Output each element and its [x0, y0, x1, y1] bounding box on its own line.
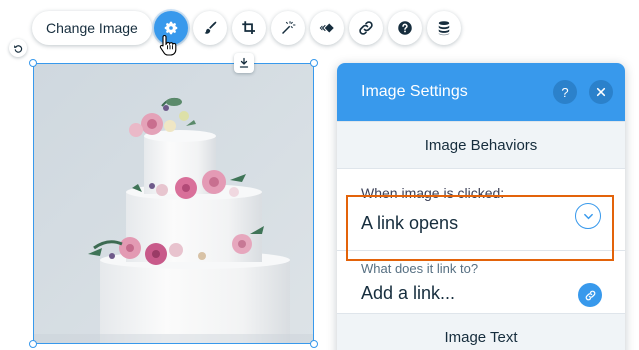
- gear-icon: [164, 21, 178, 35]
- download-icon: [239, 57, 249, 68]
- section-title-image-text: Image Text: [337, 313, 625, 350]
- animation-icon: [319, 23, 334, 33]
- download-button[interactable]: [234, 53, 254, 73]
- image-settings-panel: Image Settings ? Image Behaviors When im…: [337, 63, 625, 350]
- filters-button[interactable]: [193, 11, 227, 45]
- image-toolbar: Change Image: [32, 11, 152, 45]
- dropdown-toggle[interactable]: [575, 203, 601, 229]
- resize-handle-bottom-right[interactable]: [310, 340, 318, 348]
- brush-icon: [204, 21, 217, 34]
- section-title-behaviors: Image Behaviors: [337, 121, 625, 169]
- help-button[interactable]: [388, 11, 422, 45]
- panel-help-button[interactable]: ?: [553, 80, 577, 104]
- close-icon: [596, 87, 606, 97]
- resize-handle-bottom-left[interactable]: [29, 340, 37, 348]
- link-target-value: Add a link...: [361, 283, 456, 303]
- stack-icon: [438, 21, 450, 36]
- rotate-button[interactable]: [9, 39, 27, 57]
- help-icon: [398, 21, 412, 35]
- link-button[interactable]: [349, 11, 383, 45]
- click-behavior-dropdown[interactable]: When image is clicked: A link opens: [337, 169, 625, 251]
- editor-canvas: Change Image Image Settings ? Image Beha…: [0, 0, 639, 350]
- enhance-button[interactable]: [271, 11, 305, 45]
- cake-image[interactable]: [33, 63, 314, 344]
- cake-photo: [34, 64, 313, 343]
- panel-close-button[interactable]: [589, 80, 613, 104]
- animation-button[interactable]: [310, 11, 344, 45]
- settings-button[interactable]: [154, 11, 188, 45]
- question-mark-icon: ?: [561, 84, 569, 100]
- link-target-label: What does it link to?: [361, 261, 479, 276]
- click-behavior-label: When image is clicked:: [361, 185, 505, 201]
- link-icon: [585, 290, 595, 300]
- add-link-button[interactable]: [578, 283, 602, 307]
- chevron-down-icon: [583, 213, 593, 219]
- crop-icon: [242, 21, 255, 34]
- panel-header: Image Settings ?: [337, 63, 625, 121]
- crop-button[interactable]: [232, 11, 266, 45]
- resize-handle-top-right[interactable]: [310, 59, 318, 67]
- click-behavior-value: A link opens: [361, 213, 459, 233]
- link-icon: [359, 21, 373, 35]
- resize-handle-top-left[interactable]: [29, 59, 37, 67]
- rotate-icon: [13, 44, 22, 53]
- panel-title: Image Settings: [361, 83, 468, 100]
- magic-wand-icon: [282, 21, 296, 34]
- change-image-button[interactable]: Change Image: [32, 11, 152, 45]
- layers-button[interactable]: [427, 11, 461, 45]
- link-target-field[interactable]: What does it link to? Add a link...: [337, 251, 625, 313]
